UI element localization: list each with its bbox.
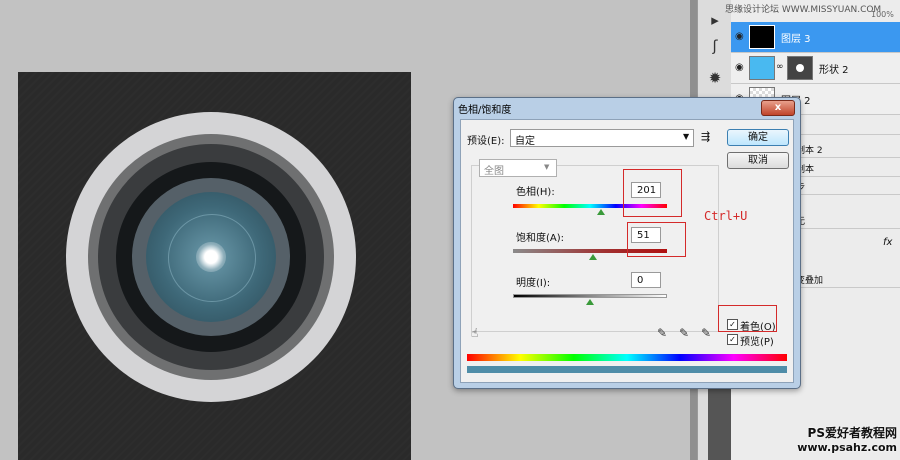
layer-name: 形状 2 (819, 65, 849, 76)
preset-value: 自定 (515, 136, 535, 147)
saturation-annotation-box (627, 222, 686, 257)
saturation-label: 饱和度(A): (516, 233, 565, 244)
close-button[interactable]: x (761, 100, 795, 116)
shortcut-annotation: Ctrl+U (704, 209, 748, 223)
preview-checkbox[interactable]: ✓ (727, 334, 738, 345)
preset-select[interactable]: 自定 ▼ (510, 129, 694, 147)
layer-row-partial[interactable]: 步 (796, 180, 900, 195)
layer-row-partial[interactable]: 无 (796, 214, 900, 229)
play-icon[interactable]: ▸ (704, 10, 726, 30)
document-canvas[interactable] (18, 72, 411, 460)
lightness-label: 明度(I): (516, 278, 551, 289)
watermark: PS爱好者教程网 www.psahz.com (785, 424, 897, 454)
link-icon: ∞ (776, 62, 784, 72)
chevron-down-icon: ▼ (544, 163, 550, 171)
layer-name: 图层 3 (781, 34, 811, 45)
mask-thumbnail (787, 56, 813, 80)
colorize-annotation-box (718, 305, 777, 332)
hue-slider-knob[interactable] (597, 209, 605, 215)
output-spectrum-bar (467, 366, 787, 373)
eye-icon[interactable]: ◉ (735, 62, 744, 73)
watermark-url: www.psahz.com (797, 441, 897, 454)
lightness-slider-knob[interactable] (586, 299, 594, 305)
zoom-label: 100% (871, 10, 894, 19)
layer-thumbnail (749, 25, 775, 49)
watermark-title: PS爱好者教程网 (807, 426, 897, 440)
saturation-slider-knob[interactable] (589, 254, 597, 260)
gear-icon[interactable]: ✹ (704, 68, 726, 88)
lightness-slider[interactable] (513, 294, 667, 298)
lens-highlight (196, 242, 226, 272)
brush-preset-icon[interactable]: ʃ (704, 36, 726, 56)
layer-row-3[interactable]: ◉ 图层 3 (731, 22, 900, 53)
eyedropper-icon[interactable]: ✎ (657, 326, 667, 340)
preset-options-icon[interactable]: ⇶ (701, 130, 710, 143)
lightness-input[interactable]: 0 (631, 272, 661, 288)
layer-row-partial[interactable]: 变叠加 (796, 273, 900, 288)
eyedropper-minus-icon[interactable]: ✎ (701, 326, 711, 340)
layer-row-partial[interactable]: 1 (796, 120, 900, 135)
eye-icon[interactable]: ◉ (735, 31, 744, 42)
input-spectrum-bar (467, 354, 787, 361)
preview-label: 预览(P) (740, 337, 774, 348)
ok-button[interactable]: 确定 (727, 129, 789, 146)
hand-adjust-icon[interactable]: ☝ (471, 326, 478, 340)
scroll-track[interactable] (708, 388, 731, 460)
channel-select[interactable]: 全图 ▼ (479, 159, 557, 177)
layer-row-shape2[interactable]: ◉ ∞ 形状 2 (731, 53, 900, 84)
preset-label: 预设(E): (467, 136, 505, 147)
eyedropper-plus-icon[interactable]: ✎ (679, 326, 689, 340)
channel-value: 全图 (484, 166, 504, 177)
dialog-title: 色相/饱和度 (458, 105, 512, 116)
layer-row-partial[interactable]: 制本 (796, 162, 900, 177)
hue-annotation-box (623, 169, 682, 217)
cancel-button[interactable]: 取消 (727, 152, 789, 169)
chevron-down-icon: ▼ (683, 132, 690, 141)
layer-row-partial[interactable]: 制本 2 (796, 143, 900, 158)
fx-icon[interactable]: fx (883, 237, 892, 248)
shape-thumbnail (749, 56, 775, 80)
hue-label: 色相(H): (516, 187, 555, 198)
